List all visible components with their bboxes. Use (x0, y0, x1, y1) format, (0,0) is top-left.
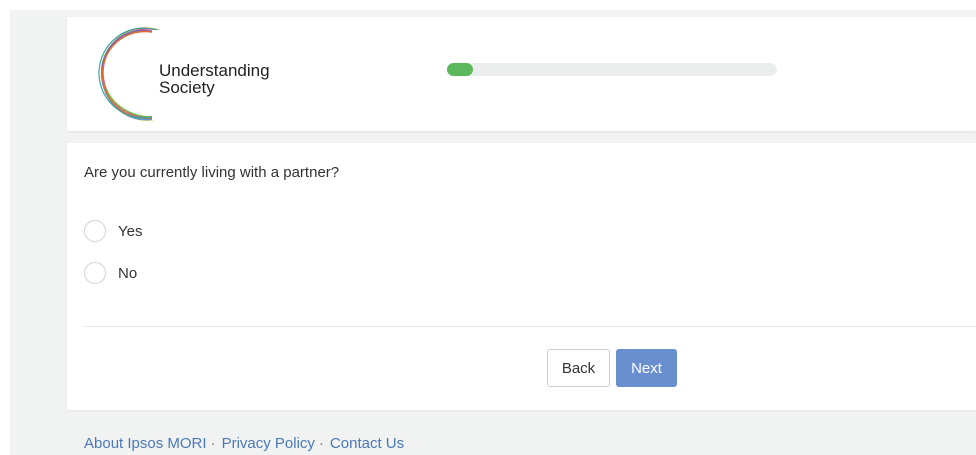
progress-bar-fill (447, 63, 474, 76)
radio-no[interactable] (84, 262, 106, 284)
understanding-society-logo: Understanding Society (94, 24, 284, 124)
next-button[interactable]: Next (616, 349, 677, 387)
page-top-edge (0, 0, 976, 10)
logo-line-2: Society (159, 78, 215, 97)
logo-wordmark: Understanding Society (159, 62, 270, 96)
divider (84, 326, 976, 327)
option-yes-label: Yes (118, 222, 143, 240)
footer-link-privacy[interactable]: Privacy Policy (222, 435, 315, 452)
radio-yes[interactable] (84, 220, 106, 242)
back-button[interactable]: Back (547, 349, 610, 387)
question-text: Are you currently living with a partner? (84, 164, 340, 181)
footer-separator: · (210, 435, 216, 452)
question-card: Are you currently living with a partner?… (67, 143, 976, 410)
option-no[interactable]: No (84, 260, 137, 286)
page-left-edge (0, 0, 10, 455)
logo-line-1: Understanding (159, 61, 270, 80)
footer-link-contact[interactable]: Contact Us (330, 435, 404, 452)
footer-links: About Ipsos MORI · Privacy Policy · Cont… (84, 435, 404, 452)
option-no-label: No (118, 264, 138, 282)
footer-link-about[interactable]: About Ipsos MORI (84, 435, 207, 452)
footer-separator: · (318, 435, 324, 452)
option-yes[interactable]: Yes (84, 218, 142, 244)
progress-bar (447, 63, 777, 76)
header-card: Understanding Society (67, 17, 976, 131)
